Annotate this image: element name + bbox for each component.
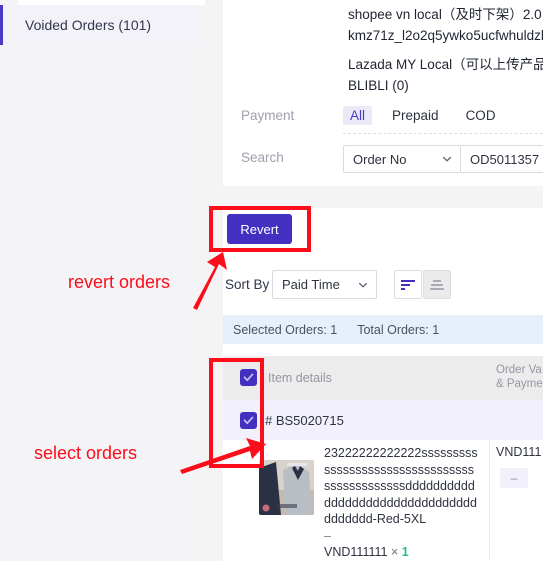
annotation-box-revert (209, 206, 311, 252)
channel-option-3[interactable]: BLIBLI (0) (348, 78, 409, 93)
payment-options: All Prepaid COD (343, 106, 516, 125)
sort-by-select[interactable]: Paid Time (272, 270, 377, 299)
chevron-down-icon (443, 156, 451, 162)
payment-filter-label: Payment (241, 108, 295, 123)
sidebar-background (0, 45, 205, 561)
sort-ascending-icon (430, 279, 444, 290)
product-quantity: 1 (401, 545, 409, 559)
sidebar-item-voided-orders[interactable]: Voided Orders (101) (0, 5, 197, 45)
panel-separator (223, 186, 543, 208)
sidebar-item-label: Voided Orders (101) (25, 17, 152, 33)
table-row: 23222222222222ssssssssssssssssssssssssss… (223, 440, 543, 561)
orders-summary-bar: Selected Orders: 1 Total Orders: 1 (223, 315, 543, 344)
table-header: Item details Order Va & Payme (223, 356, 543, 400)
payment-option-all[interactable]: All (343, 106, 373, 125)
product-price: VND111111 (324, 545, 388, 559)
sort-direction-toggle (394, 270, 451, 299)
payment-filter-row: Payment All Prepaid COD (223, 103, 543, 133)
order-number-bar: # BS5020715 (223, 400, 543, 440)
sort-descending-button[interactable] (394, 270, 422, 299)
order-value: VND111 (496, 445, 542, 459)
column-header-order-value-line1: Order Va (496, 364, 542, 376)
product-variant: – (324, 528, 331, 543)
search-input[interactable]: OD5011357 (461, 145, 543, 173)
search-field-select-value: Order No (353, 151, 407, 167)
product-price-line: VND111111 × 1 (324, 544, 479, 561)
payment-option-cod[interactable]: COD (459, 106, 503, 125)
column-divider (489, 440, 490, 561)
channel-option-1[interactable]: kmz71z_l2o2q5ywko5ucfwhuldzl ( (348, 28, 543, 43)
filter-divider (343, 133, 543, 134)
annotation-arrow-revert (193, 252, 227, 310)
total-orders-count: Total Orders: 1 (357, 322, 440, 337)
selected-orders-count: Selected Orders: 1 (233, 322, 338, 337)
annotation-label-revert-orders: revert orders (68, 272, 171, 292)
sort-descending-icon (401, 279, 415, 290)
sort-ascending-button[interactable] (423, 270, 451, 299)
product-name: 23222222222222ssssssssssssssssssssssssss… (324, 446, 478, 526)
sort-toolbar: Sort By Paid Time (223, 270, 543, 300)
column-header-order-value-line2: & Payme (496, 378, 543, 390)
channel-option-2[interactable]: Lazada MY Local（可以上传产品) ( (348, 53, 543, 73)
sort-by-select-value: Paid Time (282, 277, 340, 292)
order-number: # BS5020715 (265, 412, 344, 428)
search-filter-label: Search (241, 150, 284, 165)
channel-option-0[interactable]: shopee vn local（及时下架）2.0 (0 (348, 3, 543, 23)
search-field-select[interactable]: Order No (343, 145, 461, 173)
app-root: Voided Orders (101) shopee vn local（及时下架… (0, 0, 543, 561)
annotation-arrow-select (180, 438, 266, 474)
column-header-order-value-payment: Order Va & Payme (496, 363, 543, 391)
annotation-label-select-orders: select orders (34, 443, 138, 463)
chevron-down-icon (359, 282, 367, 287)
product-details: 23222222222222ssssssssssssssssssssssssss… (324, 445, 479, 561)
search-filter-row: Search Order No OD5011357 (223, 145, 543, 175)
column-header-item-details: Item details (268, 371, 332, 385)
multiply-symbol: × (390, 545, 399, 559)
order-payment-value: – (500, 468, 528, 488)
payment-option-prepaid[interactable]: Prepaid (385, 106, 446, 125)
